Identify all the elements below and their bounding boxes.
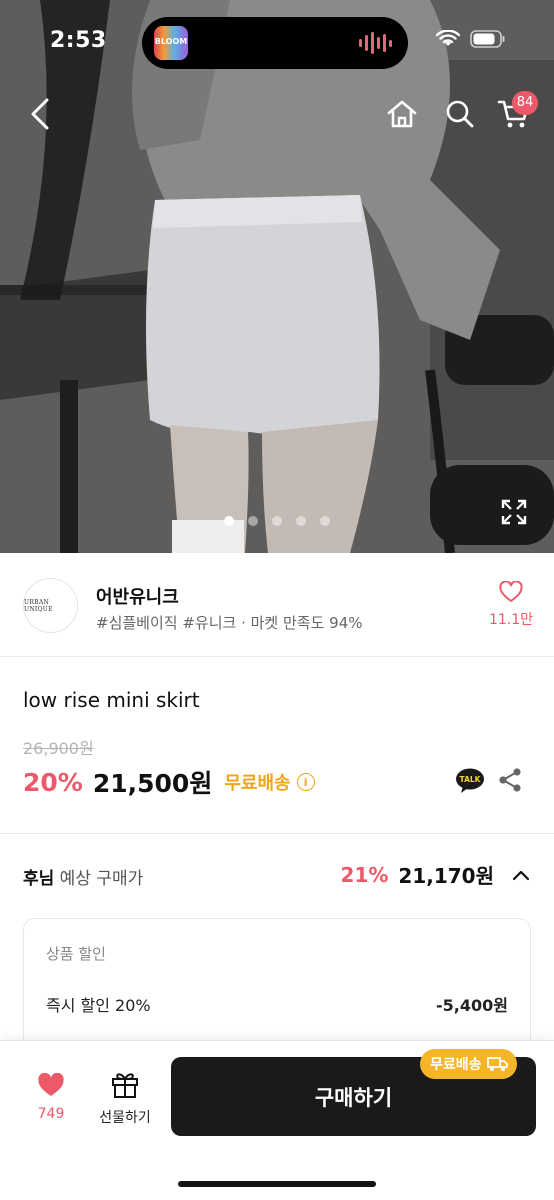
free-shipping-tag-label: 무료배송 — [430, 1057, 482, 1073]
seller-logo[interactable]: URBAN UNIQUE — [23, 578, 78, 633]
expected-price-toggle[interactable]: 21% 21,170원 — [341, 860, 530, 889]
back-button[interactable] — [24, 96, 56, 132]
wish-button[interactable]: 749 — [24, 1072, 78, 1122]
status-icons — [436, 30, 506, 48]
seller-name[interactable]: 어반유니크 — [96, 583, 179, 609]
wifi-icon — [436, 30, 460, 46]
audio-wave-icon — [359, 31, 392, 55]
dynamic-island: BLOOM — [142, 17, 408, 69]
gift-label: 선물하기 — [99, 1110, 151, 1126]
heart-filled-icon — [38, 1072, 64, 1096]
expected-price: 21,170원 — [398, 864, 494, 888]
share-icon — [499, 768, 521, 792]
gift-button[interactable]: 선물하기 — [92, 1069, 158, 1127]
expected-price-label: 후님 예상 구매가 — [23, 864, 143, 889]
seller-row[interactable]: URBAN UNIQUE 어반유니크 #심플베이직 #유니크 · 마켓 만족도 … — [0, 553, 554, 657]
discount-detail-heading: 상품 할인 — [46, 945, 106, 963]
gallery-dot[interactable] — [224, 516, 234, 526]
product-image-gallery[interactable]: 2:53 BLOOM 84 — [0, 0, 554, 553]
cart-badge: 84 — [512, 91, 538, 115]
heart-outline-icon — [499, 580, 523, 602]
status-time: 2:53 — [50, 28, 107, 53]
gallery-dot[interactable] — [320, 516, 330, 526]
wish-count: 749 — [37, 1106, 65, 1122]
store-like-count: 11.1만 — [488, 612, 534, 628]
gallery-pagination — [0, 516, 554, 526]
battery-icon — [470, 30, 505, 48]
purchase-bar: 749 선물하기 구매하기 무료배송 — [0, 1040, 554, 1200]
info-icon[interactable]: i — [296, 773, 315, 791]
free-shipping-label: 무료배송 — [224, 773, 291, 794]
product-title: low rise mini skirt — [23, 688, 200, 712]
gift-icon — [112, 1073, 138, 1098]
kakao-talk-button[interactable]: TALK — [455, 768, 485, 794]
price-row: 20% 21,500원 무료배송 i — [23, 764, 315, 800]
discount-row-label: 즉시 할인 20% — [46, 996, 151, 1015]
sale-price: 21,500원 — [92, 769, 213, 798]
free-shipping-tag: 무료배송 — [420, 1049, 517, 1079]
truck-icon — [486, 1057, 508, 1071]
gallery-dot[interactable] — [248, 516, 258, 526]
search-icon — [446, 100, 474, 128]
store-like-button[interactable]: 11.1만 — [480, 580, 542, 629]
discount-row-value: -5,400원 — [436, 996, 508, 1015]
search-button[interactable] — [442, 96, 478, 132]
home-button[interactable] — [384, 96, 420, 132]
home-indicator — [178, 1181, 376, 1187]
gallery-dot[interactable] — [296, 516, 306, 526]
svg-text:TALK: TALK — [460, 775, 482, 784]
product-photo — [0, 0, 554, 553]
gallery-dot[interactable] — [272, 516, 282, 526]
original-price: 26,900원 — [23, 739, 94, 758]
seller-logo-text: URBAN UNIQUE — [24, 598, 53, 613]
island-app-icon: BLOOM — [154, 26, 188, 60]
product-info: low rise mini skirt 26,900원 20% 21,500원 … — [0, 658, 554, 834]
seller-tags: #심플베이직 #유니크 · 마켓 만족도 94% — [96, 614, 363, 632]
home-icon — [387, 100, 417, 128]
discount-rate: 20% — [23, 767, 83, 797]
expected-discount: 21% — [340, 862, 389, 887]
share-button[interactable] — [497, 767, 523, 797]
talk-icon: TALK — [456, 768, 484, 793]
user-name: 후님 — [23, 869, 55, 889]
chevron-left-icon — [31, 98, 49, 130]
expected-price-text: 예상 구매가 — [54, 869, 144, 889]
chevron-up-icon — [512, 870, 530, 880]
island-app-label: BLOOM — [154, 37, 188, 46]
